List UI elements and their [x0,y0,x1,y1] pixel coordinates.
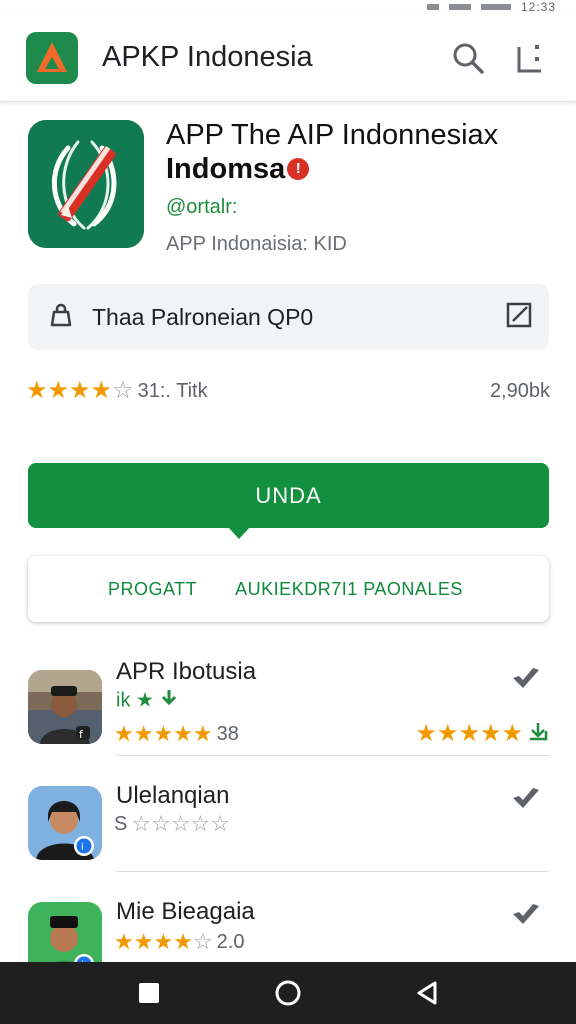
tab-bar: PROGATT AUKIEKDR7I1 PAONALES [28,556,549,622]
star-filled-icon: ★ [133,929,154,954]
list-item-stars: ★ ★ ★ ★ ★ [114,722,213,746]
list-item-rating: ★ ★ ★ ★ ☆ 2.0 [114,930,244,954]
rating-count: 2,90bk [489,379,550,402]
search-input[interactable]: Thaa Palroneian QP0 [92,304,505,331]
more-icon[interactable] [510,38,550,78]
app-meta: APP Indonaisia: KID [166,233,347,255]
app-bar: APKP Indonesia [0,14,576,102]
list-item[interactable]: f APR Ibotusia ik ★ ★ ★ ★ ★ ★ 38 ★ ★ ★ ★ ★ [28,640,549,756]
list-item-right-rating: ★ ★ ★ ★ ★ [415,720,549,747]
install-button[interactable]: UNDA [28,463,549,528]
back-icon[interactable] [407,973,447,1013]
star-filled-icon: ★ [90,377,113,404]
tab-progatt[interactable]: PROGATT [108,579,197,600]
star-filled-icon: ★ [458,719,480,747]
app-logo[interactable] [26,31,78,84]
list-item-rating: ★ ★ ★ ★ ★ 38 [114,722,239,746]
star-filled-icon: ★ [479,719,502,747]
status-time: 12:33 [520,0,556,14]
pin-icon[interactable] [511,902,541,926]
list-item-title: Mie Bieagaia [116,898,255,925]
app-subtitle-text: Indomsa [166,153,286,185]
star-filled-icon: ★ [133,721,154,746]
star-filled-icon: ★ [47,377,70,404]
list-item-score: S [114,812,128,835]
alert-badge: ! [287,158,310,180]
list-item-title: Ulelanqian [116,782,230,809]
star-empty-icon: ☆ [170,811,191,836]
star-empty-icon: ☆ [210,811,231,836]
svg-text:i: i [81,842,84,853]
pin-icon[interactable] [511,666,541,690]
download-icon [527,720,549,747]
pin-icon[interactable] [511,786,541,810]
download-icon [160,688,178,714]
star-filled-icon: ★ [153,721,174,746]
star-filled-icon: ★ [153,929,174,954]
list-item-stars: ☆ ☆ ☆ ☆ ☆ [131,812,230,836]
list-item-stars: ★ ★ ★ ★ ☆ [114,930,213,954]
search-icon[interactable] [448,38,488,78]
signal-icon [426,4,439,10]
star-empty-icon: ☆ [131,811,152,836]
list-item-rating: S ☆ ☆ ☆ ☆ ☆ [114,812,230,836]
star-empty-icon: ☆ [192,929,213,954]
system-nav-bar [0,962,576,1024]
star-empty-icon: ☆ [112,377,134,404]
right-stars: ★ ★ ★ ★ ★ [415,719,523,747]
edit-icon[interactable] [505,301,533,334]
app-header: APP The AIP Indonnesiax Indomsa ! @ortal… [28,118,548,255]
app-icon[interactable] [28,120,144,248]
star-filled-icon: ★ [26,377,48,404]
star-filled-icon: ★ [501,719,523,747]
list-item-score: 38 [216,722,239,745]
rating-stars: ★ ★ ★ ★ ☆ [26,379,134,403]
install-button-pointer [228,527,250,539]
list-item[interactable]: i Ulelanqian S ☆ ☆ ☆ ☆ ☆ [28,756,549,872]
list-item-subtitle: ik ★ [116,688,178,714]
app-list: f APR Ibotusia ik ★ ★ ★ ★ ★ ★ 38 ★ ★ ★ ★ ★ [28,640,549,988]
status-bar: 12:33 [0,0,576,14]
list-item-subtitle-text: ik [116,689,131,712]
star-empty-icon: ☆ [151,811,171,836]
app-bar-title: APKP Indonesia [102,41,313,73]
developer-link[interactable]: @ortalr: [166,196,556,219]
star-empty-icon: ☆ [190,811,211,836]
battery-icon [480,4,511,10]
search-field[interactable]: Thaa Palroneian QP0 [28,284,549,350]
home-icon[interactable] [268,973,308,1013]
app-subtitle: Indomsa ! [166,152,556,186]
rating-row: ★ ★ ★ ★ ☆ 31:. Titk 2,90bk [26,374,550,408]
rating-label: 31:. Titk [137,379,208,402]
star-filled-icon: ★ [114,929,134,954]
star-filled-icon: ★ [415,719,437,747]
avatar: i [28,786,102,860]
star-filled-icon: ★ [173,721,193,746]
star-filled-icon: ★ [436,719,459,747]
star-filled-icon: ★ [173,929,193,954]
wifi-icon [448,4,471,10]
app-title: APP The AIP Indonnesiax [166,119,499,151]
bag-icon [48,302,74,333]
tab-paonales[interactable]: AUKIEKDR7I1 PAONALES [235,579,463,600]
star-filled-icon: ★ [114,721,134,746]
list-item-title: APR Ibotusia [116,658,257,685]
green-star-icon: ★ [136,689,154,712]
list-item-score: 2.0 [216,930,245,953]
star-filled-icon: ★ [69,377,91,404]
recent-apps-icon[interactable] [129,973,169,1013]
avatar: f [28,670,102,744]
star-filled-icon: ★ [192,721,213,746]
